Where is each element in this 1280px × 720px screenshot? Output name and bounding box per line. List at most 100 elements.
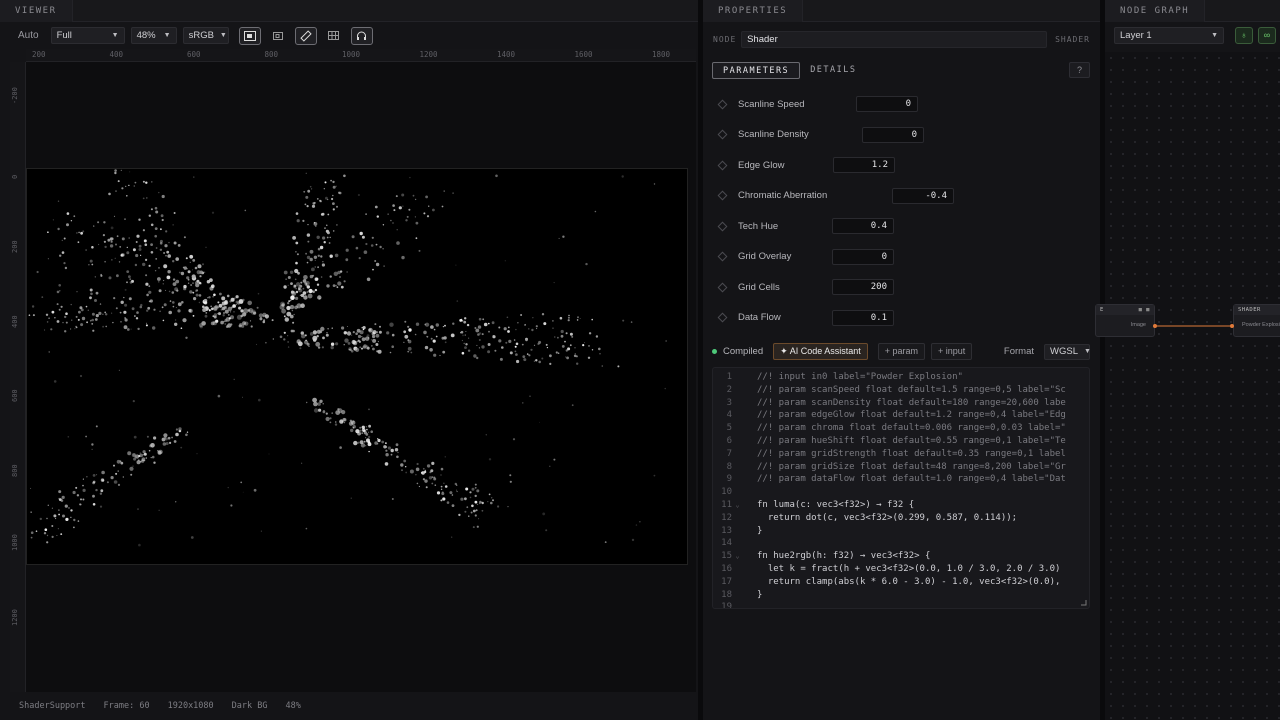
ruler-tick-label: 600 <box>11 389 19 402</box>
format-dropdown[interactable]: WGSL ▼ <box>1044 343 1091 360</box>
code-line[interactable]: 3 //! param scanDensity float default=180… <box>713 397 1066 410</box>
keyframe-diamond-icon[interactable] <box>717 129 728 140</box>
keyframe-diamond-icon[interactable] <box>717 160 728 170</box>
keyframe-diamond-icon[interactable] <box>717 221 728 231</box>
node-name-row: NODE Shader SHADER <box>713 31 1090 48</box>
chevron-down-icon: ▼ <box>219 32 227 39</box>
quality-dropdown[interactable]: Full ▼ <box>50 27 125 44</box>
code-editor[interactable]: 1 //! input in0 label="Powder Explosion" 2… <box>712 367 1090 609</box>
fold-toggle-icon[interactable]: ⌄ <box>732 550 743 563</box>
pin-button[interactable]: ♁ <box>1235 26 1253 44</box>
audio-button[interactable] <box>350 26 373 45</box>
node-connection <box>1153 324 1234 328</box>
line-number: 13 <box>721 525 732 536</box>
code-line[interactable]: 1 //! input in0 label="Powder Explosion" <box>713 371 963 384</box>
link-button[interactable]: ∞ <box>1258 26 1276 44</box>
code-line[interactable]: 18} <box>713 589 762 602</box>
line-number: 19 <box>721 602 732 609</box>
line-number: 8 <box>726 461 732 472</box>
node-name-field[interactable]: Shader <box>741 31 1048 48</box>
code-line[interactable]: 7 //! param gridStrength float default=0.… <box>713 448 1066 461</box>
render-preview[interactable] <box>26 168 688 565</box>
code-line[interactable]: 14 <box>713 537 757 550</box>
parameter-row: Chromatic Aberration -0.4 <box>717 187 954 204</box>
node-graph-canvas[interactable]: ■ ■ E Image SHADER Powder Explosi <box>1095 52 1280 720</box>
add-param-button[interactable]: + param <box>877 343 926 360</box>
node-graph-toolbar: Layer 1 ▼ ♁ ∞ <box>1114 26 1280 44</box>
ruler-button[interactable] <box>294 26 317 45</box>
parameter-name: Scanline Speed <box>738 98 805 110</box>
line-number: 9 <box>726 474 732 485</box>
code-line[interactable]: 9 //! param dataFlow float default=1.0 ra… <box>713 473 1066 486</box>
code-line[interactable]: 4 //! param edgeGlow float default=1.2 ra… <box>713 409 1066 422</box>
tab-details[interactable]: DETAILS <box>800 62 866 79</box>
parameter-value-field[interactable]: 0.4 <box>832 218 894 234</box>
add-input-button[interactable]: + input <box>931 343 973 360</box>
properties-panel: PROPERTIES NODE Shader SHADER PARAMETERS… <box>703 0 1100 720</box>
parameter-value-field[interactable]: 0.1 <box>832 309 894 326</box>
line-number: 5 <box>726 423 732 434</box>
fold-toggle-icon[interactable]: ⌄ <box>732 499 743 512</box>
compiled-status: Compiled <box>723 346 764 357</box>
code-line[interactable]: 12 return dot(c, vec3<f32>(0.299, 0.587,… <box>713 512 1017 525</box>
grid-button[interactable] <box>323 27 345 45</box>
auto-label[interactable]: Auto <box>18 30 39 41</box>
keyframe-diamond-icon[interactable] <box>717 312 728 323</box>
layer-dropdown[interactable]: Layer 1 ▼ <box>1114 26 1224 44</box>
parameter-value-field[interactable]: 0 <box>856 96 918 112</box>
ruler-tick-label: 1600 <box>574 50 593 59</box>
properties-panel-title[interactable]: PROPERTIES <box>703 0 804 22</box>
parameter-name: Data Flow <box>738 312 781 323</box>
code-text: } <box>757 525 763 536</box>
ai-code-assistant-button[interactable]: ✦ AI Code Assistant <box>773 343 868 360</box>
code-toolbar: Compiled ✦ AI Code Assistant + param + i… <box>712 343 1091 360</box>
safe-frame-button[interactable] <box>267 27 289 45</box>
node-graph-panel: NODE GRAPH Layer 1 ▼ ♁ ∞ ■ ■ E Image SHADE… <box>1095 0 1280 720</box>
code-line[interactable]: 5 //! param chroma float default=0.006 ra… <box>713 422 1066 435</box>
code-line[interactable]: 17 return clamp(abs(k * 6.0 - 3.0) - 1.0… <box>713 576 1060 589</box>
fit-view-button[interactable] <box>238 26 261 45</box>
chevron-down-icon: ▼ <box>111 32 119 39</box>
node-type-label: SHADER <box>1055 35 1090 44</box>
keyframe-diamond-icon[interactable] <box>717 282 728 292</box>
code-line[interactable]: 16 let k = fract(h + vec3<f32>(0.0, 1.0 … <box>713 563 1060 576</box>
code-line[interactable]: 2 //! param scanSpeed float default=1.5 r… <box>713 384 1066 397</box>
tab-parameters[interactable]: PARAMETERS <box>712 62 801 79</box>
code-line[interactable]: 8 //! param gridSize float default=48 ran… <box>713 461 1066 474</box>
parameter-value-field[interactable]: 200 <box>832 279 894 295</box>
line-number: 4 <box>726 410 732 421</box>
parameter-name: Grid Overlay <box>738 251 792 262</box>
zoom-dropdown[interactable]: 48% ▼ <box>130 27 177 44</box>
parameter-value-field[interactable]: 0 <box>832 248 894 265</box>
colorspace-dropdown[interactable]: sRGB ▼ <box>182 27 229 44</box>
code-text: fn luma(c: vec3<f32>) → f32 { <box>757 500 915 510</box>
headphones-icon <box>357 31 367 40</box>
ruler-tick-label: 800 <box>264 50 279 59</box>
grid-icon <box>328 31 340 40</box>
code-line[interactable]: 13} <box>713 525 762 538</box>
resize-handle-icon[interactable] <box>1080 599 1087 606</box>
code-line[interactable]: 15 ⌄ fn hue2rgb(h: f32) → vec3<f32> { <box>713 550 930 563</box>
help-button[interactable]: ? <box>1069 62 1090 78</box>
keyframe-diamond-icon[interactable] <box>717 190 728 201</box>
node-label: NODE <box>713 35 737 44</box>
parameter-value-field[interactable]: -0.4 <box>892 187 954 204</box>
parameter-value-field[interactable]: 1.2 <box>833 157 895 173</box>
line-number: 7 <box>726 448 732 459</box>
node-graph-panel-title[interactable]: NODE GRAPH <box>1105 0 1206 22</box>
code-line[interactable]: 11 ⌄ fn luma(c: vec3<f32>) → f32 { <box>713 499 914 512</box>
line-number: 1 <box>726 372 732 382</box>
parameter-value-field[interactable]: 0 <box>862 126 924 143</box>
viewer-toolbar: Auto Full ▼ 48% ▼ sRGB ▼ <box>10 22 698 49</box>
code-line[interactable]: 19 <box>713 601 757 609</box>
code-line[interactable]: 10 <box>713 486 757 499</box>
keyframe-diamond-icon[interactable] <box>717 251 728 262</box>
keyframe-diamond-icon[interactable] <box>717 99 728 109</box>
viewer-panel-title[interactable]: VIEWER <box>0 0 73 22</box>
code-text: //! param gridStrength float default=0.3… <box>757 448 1066 459</box>
safe-frame-icon <box>272 31 283 40</box>
line-number: 11 <box>721 500 732 510</box>
line-number: 17 <box>721 576 732 587</box>
code-text: return dot(c, vec3<f32>(0.299, 0.587, 0.… <box>757 512 1018 523</box>
code-line[interactable]: 6 //! param hueShift float default=0.55 r… <box>713 435 1066 448</box>
